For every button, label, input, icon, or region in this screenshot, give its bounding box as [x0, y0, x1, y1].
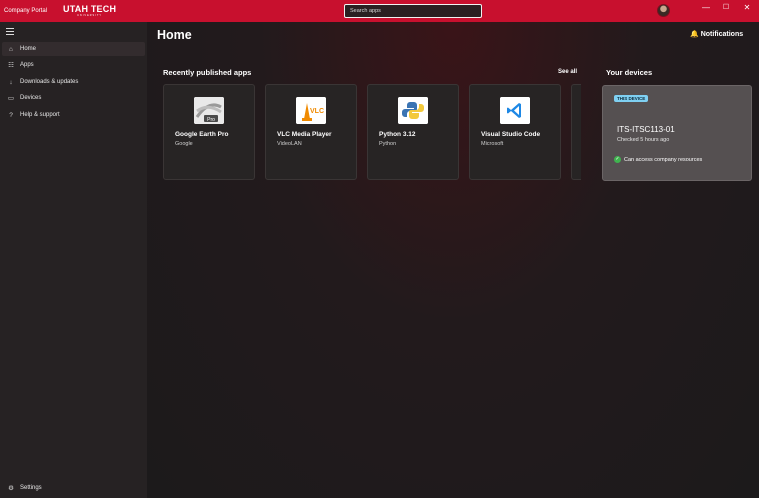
bell-icon: 🔔: [690, 31, 699, 38]
device-card[interactable]: THIS DEVICE ITS-ITSC113-01 Checked 5 hou…: [602, 85, 752, 181]
checkmark-icon: ✓: [614, 156, 621, 163]
sidebar-item-help[interactable]: ? Help & support: [2, 108, 145, 122]
sidebar-item-label: Devices: [20, 95, 42, 101]
device-status-text: Can access company resources: [624, 156, 703, 163]
device-name: ITS-ITSC113-01: [617, 125, 675, 134]
help-icon: ?: [9, 111, 13, 119]
sidebar-item-label: Settings: [20, 485, 42, 491]
minimize-button[interactable]: —: [699, 2, 713, 14]
app-card-partial[interactable]: [571, 84, 581, 180]
avatar[interactable]: [657, 4, 670, 17]
app-name: VLC Media Player: [277, 131, 332, 138]
sidebar-item-label: Help & support: [20, 112, 60, 118]
app-title: Company Portal: [4, 8, 48, 14]
device-icon: ▭: [7, 95, 15, 102]
sidebar-item-label: Home: [20, 46, 37, 52]
recent-apps-heading: Recently published apps: [163, 68, 252, 77]
sidebar-item-settings[interactable]: ⚙ Settings: [2, 481, 145, 495]
logo-main-text: UTAH TECH: [63, 3, 117, 14]
download-icon: ↓: [9, 78, 13, 86]
see-all-link[interactable]: See all: [558, 69, 577, 75]
device-checked-time: Checked 5 hours ago: [617, 137, 670, 143]
app-publisher: Google: [175, 141, 193, 147]
sidebar-item-apps[interactable]: ☷ Apps: [2, 58, 145, 72]
sidebar-item-devices[interactable]: ▭ Devices: [2, 91, 145, 105]
app-card-vscode[interactable]: Visual Studio Code Microsoft: [469, 84, 561, 180]
logo-sub-text: UNIVERSITY: [77, 13, 103, 17]
device-status: ✓ Can access company resources: [614, 156, 702, 163]
notifications-button[interactable]: 🔔 Notifications: [690, 30, 744, 39]
notifications-label: Notifications: [700, 30, 744, 38]
sidebar: ⌂ Home ☷ Apps ↓ Downloads & updates ▭ De…: [0, 22, 147, 498]
svg-text:Pro: Pro: [207, 117, 215, 123]
app-card-vlc[interactable]: VLC VLC Media Player VideoLAN: [265, 84, 357, 180]
title-bar: Company Portal UTAH TECH UNIVERSITY Sear…: [0, 0, 759, 22]
app-publisher: Python: [379, 141, 397, 147]
app-name: Python 3.12: [379, 131, 416, 138]
this-device-badge: THIS DEVICE: [614, 95, 649, 102]
app-publisher: VideoLAN: [277, 141, 302, 147]
search-input[interactable]: Search apps: [344, 4, 482, 18]
sidebar-item-home[interactable]: ⌂ Home: [2, 42, 145, 56]
utah-tech-logo: UTAH TECH UNIVERSITY: [63, 3, 117, 18]
maximize-button[interactable]: ☐: [719, 2, 733, 14]
main-content: Home 🔔 Notifications Recently published …: [147, 22, 759, 498]
app-card-python[interactable]: Python 3.12 Python: [367, 84, 459, 180]
python-icon: [398, 97, 428, 124]
google-earth-pro-icon: Pro: [194, 97, 224, 124]
hamburger-menu-icon[interactable]: [6, 28, 14, 37]
apps-icon: ☷: [8, 62, 14, 69]
app-card-google-earth-pro[interactable]: Pro Google Earth Pro Google: [163, 84, 255, 180]
sidebar-item-label: Apps: [20, 62, 34, 68]
vscode-icon: [500, 97, 530, 124]
your-devices-heading: Your devices: [606, 68, 653, 77]
app-name: Google Earth Pro: [175, 131, 229, 138]
home-icon: ⌂: [9, 45, 13, 53]
sidebar-item-label: Downloads & updates: [20, 79, 79, 85]
svg-text:VLC: VLC: [310, 108, 324, 115]
vlc-icon: VLC: [296, 97, 326, 124]
page-title: Home: [157, 28, 192, 42]
app-publisher: Microsoft: [481, 141, 504, 147]
sidebar-item-downloads[interactable]: ↓ Downloads & updates: [2, 75, 145, 89]
app-name: Visual Studio Code: [481, 131, 541, 138]
gear-icon: ⚙: [8, 485, 14, 492]
close-button[interactable]: ✕: [740, 2, 754, 14]
